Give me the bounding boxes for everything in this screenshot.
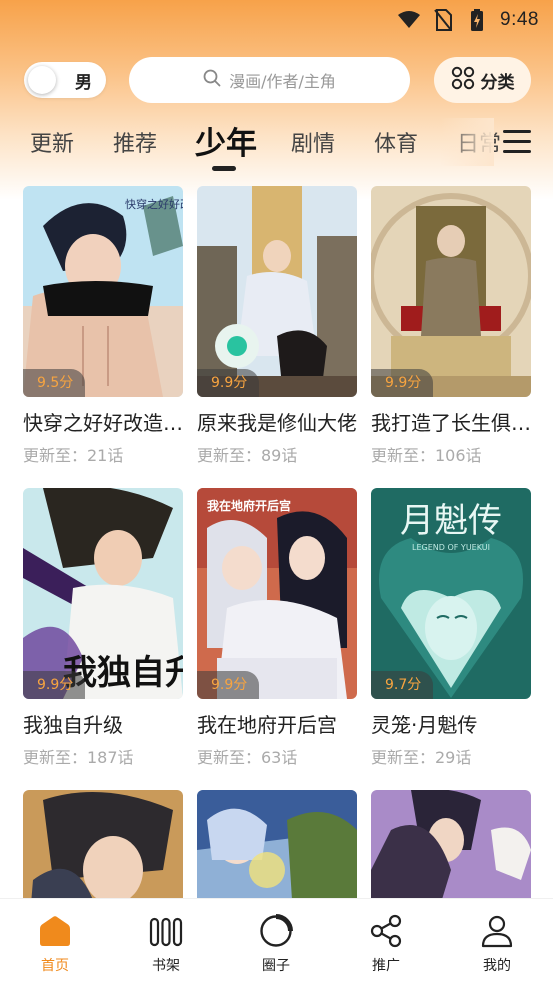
toggle-knob (28, 66, 56, 94)
share-icon (346, 913, 426, 949)
score-badge: 9.5分 (23, 369, 86, 397)
menu-icon[interactable] (503, 130, 531, 154)
comic-card[interactable]: 9.9分 我打造了长生俱乐部 更新至：106话 (371, 186, 533, 466)
top-header: 男 漫画/作者/主角 分类 (0, 56, 553, 104)
tab-update[interactable]: 更新 (30, 126, 74, 158)
nav-label: 首页 (41, 958, 69, 974)
category-button[interactable]: 分类 (434, 57, 531, 103)
comic-cover: 快穿之好好改造男人 9.5分 (23, 186, 183, 397)
comic-cover: 我独自升级 9.9分 (23, 488, 183, 699)
grid-icon (451, 66, 475, 94)
score-badge: 9.9分 (371, 369, 434, 397)
category-tabs: 更新 推荐 少年 剧情 体育 日常 (0, 118, 553, 174)
comic-cover: 我在地府开后宫 9.9分 (197, 488, 357, 699)
gender-label: 男 (75, 73, 92, 93)
nav-label: 书架 (152, 958, 180, 974)
nav-mine[interactable]: 我的 (457, 913, 537, 975)
comic-update: 更新至：106话 (371, 446, 482, 465)
nav-home[interactable]: 首页 (15, 913, 95, 975)
comic-card[interactable]: 我在地府开后宫 9.9分 我在地府开后宫 更新至：63话 (197, 488, 357, 768)
comic-update: 更新至：63话 (197, 748, 298, 767)
tab-sports[interactable]: 体育 (374, 126, 418, 158)
score-badge: 9.7分 (371, 671, 434, 699)
tab-fade (440, 118, 494, 166)
comic-card[interactable]: 快穿之好好改造男人 9.5分 快穿之好好改造男人 更新至：21话 (23, 186, 185, 466)
comic-card[interactable]: 9.9分 原来我是修仙大佬 更新至：89话 (197, 186, 357, 466)
search-input[interactable]: 漫画/作者/主角 (129, 57, 410, 103)
score-badge: 9.9分 (23, 671, 86, 699)
comic-cover: 9.9分 (197, 186, 357, 397)
comic-card[interactable]: 我独自升级 9.9分 我独自升级 更新至：187话 (23, 488, 183, 768)
nav-label: 我的 (483, 958, 511, 974)
comic-card[interactable]: 月魁传 LEGEND OF YUEKUI 9.7分 灵笼·月魁传 更新至：29话 (371, 488, 531, 768)
no-sim-icon (432, 9, 454, 31)
comic-title: 我打造了长生俱乐部 (371, 411, 533, 435)
score-badge: 9.9分 (197, 671, 260, 699)
comic-update: 更新至：89话 (197, 446, 298, 465)
nav-promote[interactable]: 推广 (346, 913, 426, 975)
comic-cover: 9.9分 (371, 186, 531, 397)
profile-icon (457, 913, 537, 949)
comic-title: 原来我是修仙大佬 (197, 411, 357, 435)
tab-story[interactable]: 剧情 (291, 126, 335, 158)
tab-recommend[interactable]: 推荐 (113, 126, 157, 158)
category-label: 分类 (480, 72, 515, 93)
comic-cover: 月魁传 LEGEND OF YUEKUI 9.7分 (371, 488, 531, 699)
cover-title: 月魁传 (400, 501, 502, 541)
nav-circle[interactable]: 圈子 (236, 913, 316, 975)
comic-title: 我在地府开后宫 (197, 713, 337, 737)
nav-label: 推广 (372, 958, 400, 974)
bookshelf-icon (126, 913, 206, 949)
comic-update: 更新至：29话 (371, 748, 472, 767)
search-icon (203, 69, 221, 91)
battery-charging-icon (466, 9, 488, 31)
comic-title: 快穿之好好改造男人 (23, 411, 185, 435)
gender-toggle[interactable]: 男 (24, 62, 106, 98)
bottom-nav: 首页 书架 圈子 推广 我的 (0, 898, 553, 983)
comic-update: 更新至：21话 (23, 446, 124, 465)
home-icon (15, 913, 95, 949)
score-badge: 9.9分 (197, 369, 260, 397)
comic-title: 我独自升级 (23, 713, 123, 737)
nav-bookshelf[interactable]: 书架 (126, 913, 206, 975)
active-tab-indicator (212, 166, 236, 171)
status-bar: 9:48 (0, 0, 553, 40)
search-placeholder: 漫画/作者/主角 (229, 72, 336, 91)
circle-icon (236, 913, 316, 949)
wifi-icon (398, 9, 421, 31)
cover-subtitle: LEGEND OF YUEKUI (412, 543, 490, 552)
status-time: 9:48 (500, 9, 539, 30)
comic-title: 灵笼·月魁传 (371, 713, 478, 737)
cover-title: 我在地府开后宫 (207, 498, 291, 513)
cover-title: 快穿之好好改造男人 (125, 197, 183, 211)
comic-update: 更新至：187话 (23, 748, 134, 767)
tab-shounen[interactable]: 少年 (195, 118, 257, 163)
nav-label: 圈子 (262, 958, 290, 974)
